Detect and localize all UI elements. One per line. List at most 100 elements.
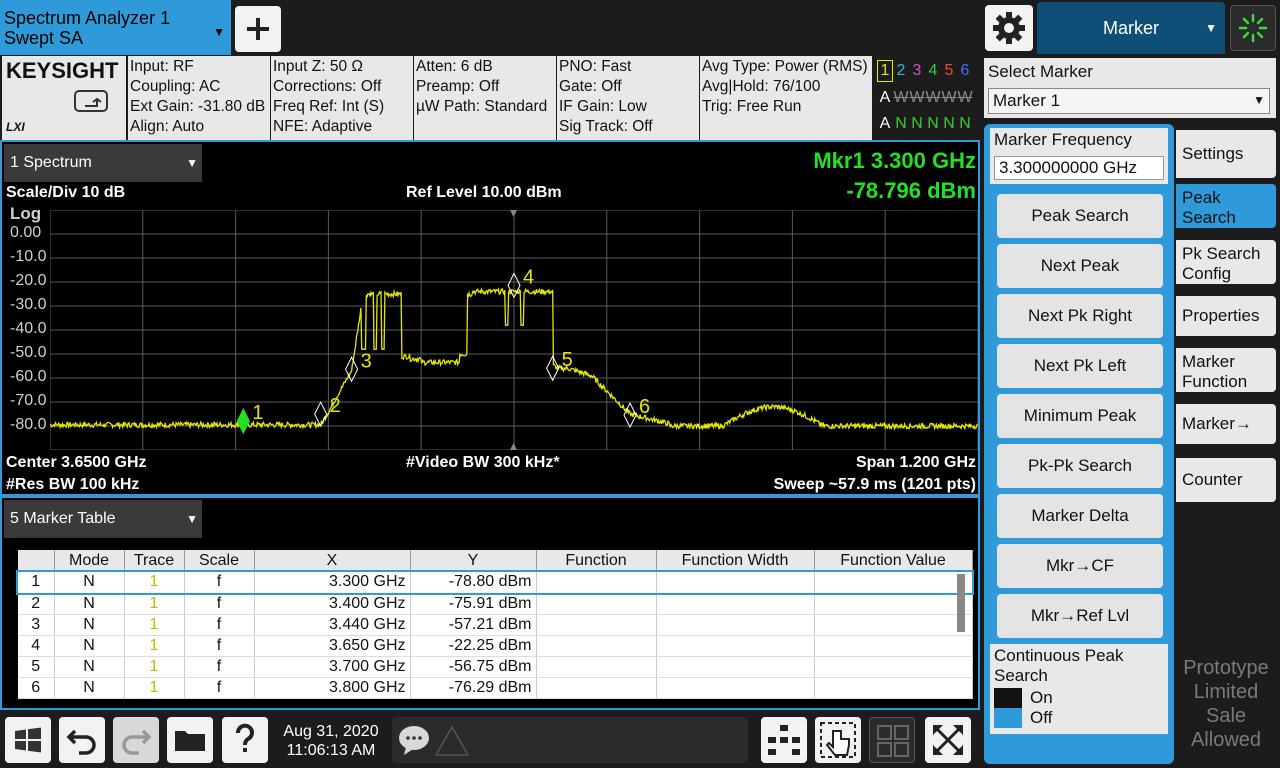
pk-pk-search-key[interactable]: Pk-Pk Search: [997, 444, 1163, 488]
log-scale-label: Log: [10, 204, 42, 223]
marker-table[interactable]: Mode Trace Scale X Y Function Function W…: [16, 550, 974, 699]
table-cell: [814, 635, 973, 657]
continuous-peak-label: Continuous Peak Search: [994, 646, 1124, 685]
trace-number-6[interactable]: 6: [957, 61, 973, 81]
settings-col-input[interactable]: Input: RF Coupling: AC Ext Gain: -31.80 …: [128, 56, 270, 140]
redo-button[interactable]: [113, 717, 159, 763]
trace-number-5[interactable]: 5: [941, 61, 957, 81]
marker-menu-button[interactable]: Marker ▼: [1037, 2, 1225, 54]
table-cell: [536, 614, 657, 636]
maximize-button[interactable]: [925, 717, 971, 763]
trace-status[interactable]: 123456 A WWWWW ANNNNN: [873, 56, 977, 140]
next-pk-right-key[interactable]: Next Pk Right: [997, 294, 1163, 338]
col-header-scale: Scale: [184, 550, 255, 572]
tab-peak-search[interactable]: Peak Search: [1176, 184, 1276, 228]
toggle-off-indicator[interactable]: [994, 708, 1022, 728]
tab-pk-search-config[interactable]: Pk Search Config: [1176, 240, 1276, 284]
y-tick-label: -10.0: [10, 248, 47, 265]
tab-marker-to[interactable]: Marker→: [1176, 404, 1276, 444]
y-tick-label: -50.0: [10, 344, 47, 361]
table-cell: 1: [124, 593, 185, 615]
trace-number-2[interactable]: 2: [893, 61, 909, 81]
prototype-watermark: Prototype Limited Sale Allowed: [1183, 657, 1269, 751]
peak-search-key[interactable]: Peak Search: [997, 194, 1163, 238]
table-cell: [814, 677, 973, 699]
spectrum-window-selector[interactable]: 1 Spectrum ▼: [4, 144, 202, 182]
next-pk-left-key[interactable]: Next Pk Left: [997, 344, 1163, 388]
table-cell: [814, 614, 973, 636]
marker-frequency-control[interactable]: Marker Frequency 3.300000000 GHz: [990, 128, 1168, 184]
trace-detector-5: N: [943, 115, 955, 132]
select-marker-label: Select Marker: [988, 62, 1093, 81]
file-button[interactable]: [167, 717, 213, 763]
setting-uw-path: µW Path: Standard: [416, 98, 548, 115]
undo-button[interactable]: [59, 717, 105, 763]
spectrum-window-label: 1 Spectrum: [10, 154, 92, 171]
table-cell: 1: [124, 677, 185, 699]
table-cell: 6: [18, 677, 55, 699]
system-settings-button[interactable]: [985, 5, 1033, 51]
settings-col-atten[interactable]: Atten: 6 dB Preamp: Off µW Path: Standar…: [414, 56, 556, 140]
marker-table-window[interactable]: 5 Marker Table ▼ Mode Trace Scale X Y Fu…: [0, 496, 980, 710]
col-header-trace: Trace: [124, 550, 185, 572]
help-button[interactable]: [222, 717, 268, 763]
continuous-peak-control[interactable]: Continuous Peak Search On Off: [990, 644, 1168, 734]
mkr-to-ref-lvl-key[interactable]: Mkr→Ref Lvl: [997, 594, 1163, 638]
screen-tab[interactable]: Spectrum Analyzer 1 Swept SA ▼: [0, 0, 231, 55]
windows-start-button[interactable]: [5, 717, 51, 763]
select-marker-value: Marker 1: [993, 91, 1061, 110]
next-peak-key[interactable]: Next Peak: [997, 244, 1163, 288]
table-cell: [536, 656, 657, 678]
tab-marker-function[interactable]: Marker Function: [1176, 348, 1276, 392]
add-screen-button[interactable]: [235, 6, 281, 52]
trace-number-4[interactable]: 4: [925, 61, 941, 81]
mkr-to-cf-key[interactable]: Mkr→CF: [997, 544, 1163, 588]
softkey-panel: Select Marker Marker 1 ▼ Marker Frequenc…: [984, 56, 1280, 768]
toggle-off-label: Off: [1030, 708, 1053, 727]
y-tick-label: -40.0: [10, 320, 47, 337]
trace-number-3[interactable]: 3: [909, 61, 925, 81]
table-row[interactable]: 2 N 1 f 3.400 GHz -75.91 dBm: [18, 593, 973, 615]
spectrum-plot[interactable]: 1 2 3 4 5 6: [50, 210, 978, 450]
table-row[interactable]: 3 N 1 f 3.440 GHz -57.21 dBm: [18, 614, 973, 636]
marker-menu-label: Marker: [1102, 18, 1159, 38]
spectrum-window[interactable]: 1 Spectrum ▼ Mkr1 3.300 GHz -78.796 dBm …: [0, 140, 980, 496]
select-marker-dropdown[interactable]: Marker 1 ▼: [988, 88, 1270, 114]
trace-number-1[interactable]: 1: [877, 60, 893, 82]
settings-col-inputz[interactable]: Input Z: 50 Ω Corrections: Off Freq Ref:…: [271, 56, 413, 140]
marker-freq-readout: Mkr1 3.300 GHz: [813, 148, 976, 173]
touch-mode-button[interactable]: [815, 717, 861, 763]
table-scrollbar[interactable]: [957, 574, 965, 632]
setting-align: Align: Auto: [130, 118, 205, 135]
redo-icon: [122, 729, 152, 755]
marker-delta-key[interactable]: Marker Delta: [997, 494, 1163, 538]
logo-text: KEYSIGHT: [6, 58, 119, 83]
date-time: Aug 31, 2020 11:06:13 AM: [276, 722, 386, 760]
marker-1-glyph[interactable]: [236, 408, 250, 435]
marker-frequency-field[interactable]: 3.300000000 GHz: [994, 156, 1164, 180]
tab-settings[interactable]: Settings: [1176, 130, 1276, 178]
select-marker-control[interactable]: Select Marker Marker 1 ▼: [984, 58, 1276, 118]
tab-properties[interactable]: Properties: [1176, 296, 1276, 336]
trace-type-1: A: [879, 89, 891, 106]
table-cell: [656, 656, 815, 678]
marker-table-window-selector[interactable]: 5 Marker Table ▼: [4, 500, 202, 538]
toggle-on-indicator[interactable]: [994, 688, 1022, 708]
setting-freq-ref: Freq Ref: Int (S): [273, 98, 385, 115]
table-row[interactable]: 5 N 1 f 3.700 GHz -56.75 dBm: [18, 656, 973, 678]
table-row[interactable]: 1 N 1 f 3.300 GHz -78.80 dBm: [16, 570, 974, 595]
settings-col-avg[interactable]: Avg Type: Power (RMS) Avg|Hold: 76/100 T…: [700, 56, 872, 140]
multi-screen-button[interactable]: [761, 717, 807, 763]
table-row[interactable]: 4 N 1 f 3.650 GHz -22.25 dBm: [18, 635, 973, 657]
window-layout-button[interactable]: [869, 717, 915, 763]
tab-counter[interactable]: Counter: [1176, 458, 1276, 502]
setting-trig: Trig: Free Run: [702, 98, 802, 115]
table-cell: f: [184, 593, 255, 615]
gear-icon: [993, 12, 1025, 44]
message-area[interactable]: [392, 717, 748, 763]
table-row[interactable]: 6 N 1 f 3.800 GHz -76.29 dBm: [18, 677, 973, 699]
setting-avg-type: Avg Type: Power (RMS): [702, 58, 868, 75]
settings-col-pno[interactable]: PNO: Fast Gate: Off IF Gain: Low Sig Tra…: [557, 56, 699, 140]
minimum-peak-key[interactable]: Minimum Peak: [997, 394, 1163, 438]
scale-div-label: Scale/Div 10 dB: [6, 184, 126, 201]
